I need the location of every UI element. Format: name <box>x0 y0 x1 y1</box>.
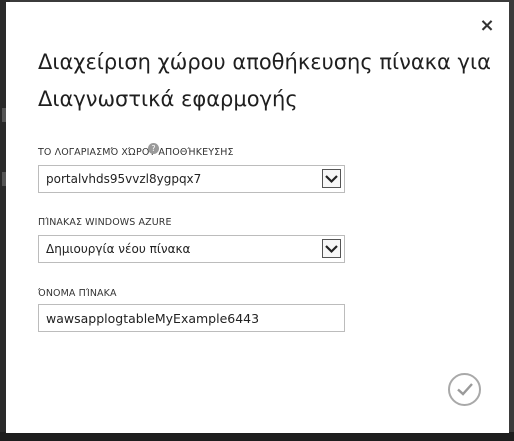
azure-table-value: Δημιουργία νέου πίνακα <box>46 242 191 256</box>
dialog-title-line1: Διαχείριση χώρου αποθήκευσης πίνακα για <box>38 50 491 74</box>
azure-table-select[interactable]: Δημιουργία νέου πίνακα <box>38 235 345 263</box>
table-name-label: ΌΝΟΜΑ ΠΊΝΑΚΑ <box>38 288 117 299</box>
storage-account-select[interactable]: portalvhds95vvzl8ygpqx7 <box>38 165 345 193</box>
background-footer <box>0 432 514 441</box>
chevron-down-icon[interactable] <box>322 239 341 258</box>
storage-account-label: ΤΟ ΛΟΓΑΡΙΑΣΜΌ ΧΏΡΟΥ ΑΠΟΘΉΚΕΥΣΗΣ <box>38 147 234 158</box>
close-icon: × <box>479 15 495 36</box>
azure-table-label: ΠΊΝΑΚΑΣ WINDOWS AZURE <box>38 217 172 228</box>
chevron-down-icon[interactable] <box>322 169 341 188</box>
table-name-value: wawsapplogtableMyExample6443 <box>46 311 260 326</box>
storage-account-value: portalvhds95vvzl8ygpqx7 <box>46 172 202 186</box>
confirm-button[interactable] <box>448 373 481 406</box>
table-name-input[interactable]: wawsapplogtableMyExample6443 <box>38 304 345 332</box>
dialog-title-line2: Διαγνωστικά εφαρμογής <box>38 87 298 111</box>
checkmark-icon <box>457 383 473 396</box>
close-button[interactable]: × <box>477 16 497 36</box>
table-storage-dialog: × Διαχείριση χώρου αποθήκευσης πίνακα γι… <box>6 2 509 433</box>
help-icon[interactable]: ? <box>148 143 159 154</box>
dialog-title: Διαχείριση χώρου αποθήκευσης πίνακα για … <box>38 44 498 118</box>
